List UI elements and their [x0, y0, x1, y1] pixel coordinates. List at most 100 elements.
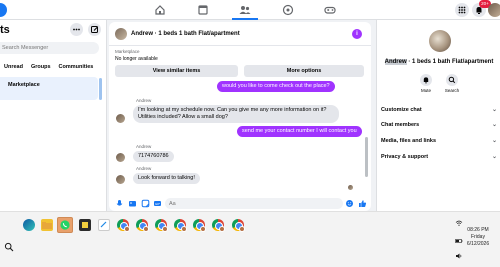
- chats-sidebar: ts Unread Groups Communities Marketplace: [0, 20, 107, 211]
- message-incoming: 7174760786: [133, 151, 174, 162]
- bell-icon: [420, 74, 432, 86]
- microphone-icon[interactable]: [115, 199, 124, 208]
- gaming-icon[interactable]: [323, 3, 337, 17]
- mute-button[interactable]: Mute: [413, 74, 439, 93]
- emoji-icon[interactable]: [345, 199, 354, 208]
- like-icon[interactable]: [358, 199, 367, 208]
- chevron-down-icon: ⌄: [491, 154, 497, 160]
- notepad-icon[interactable]: [98, 219, 110, 231]
- battery-icon[interactable]: [455, 237, 463, 245]
- search-messenger: [0, 42, 99, 54]
- info-panel-title: Andrew · 1 beds 1 bath Flat/apartment: [377, 59, 500, 65]
- message-outgoing: would you like to come check out the pla…: [217, 81, 335, 92]
- more-options-button[interactable]: More options: [244, 65, 364, 77]
- clock-time: 08:26 PM: [467, 227, 489, 233]
- gif-icon[interactable]: GIF: [153, 199, 162, 208]
- file-explorer-icon[interactable]: [41, 219, 53, 231]
- notifications-button[interactable]: 20+: [472, 0, 491, 17]
- info-name-highlight: Andrew: [384, 59, 407, 65]
- listing-avatar[interactable]: [429, 30, 451, 52]
- compose-icon: [91, 26, 98, 33]
- more-dots-icon: [73, 28, 80, 31]
- pages-icon[interactable]: [196, 3, 210, 17]
- section-chat-members[interactable]: Chat members ⌄: [381, 118, 499, 132]
- message-sender: Andrew: [136, 166, 152, 171]
- chrome-profile-icon[interactable]: [155, 219, 168, 232]
- search-input[interactable]: [0, 42, 99, 54]
- sidebar-title: ts: [0, 24, 10, 36]
- photo-icon[interactable]: [128, 199, 137, 208]
- section-label: Chat members: [381, 122, 420, 128]
- chrome-profile-icon[interactable]: [193, 219, 206, 232]
- chrome-profile-icon[interactable]: [174, 219, 187, 232]
- filter-tab-groups[interactable]: Groups: [27, 61, 55, 73]
- message-outgoing: send me your contact number I will conta…: [237, 126, 362, 137]
- search-label: Search: [444, 88, 460, 93]
- message-sender: Andrew: [136, 144, 152, 149]
- profile-avatar[interactable]: [488, 3, 500, 17]
- message-composer: GIF: [109, 197, 371, 211]
- filter-tab-communities[interactable]: Communities: [55, 61, 98, 73]
- chrome-profile-icon[interactable]: [117, 219, 130, 232]
- section-label: Privacy & support: [381, 154, 429, 160]
- section-label: Media, files and links: [381, 138, 437, 144]
- friends-icon[interactable]: [232, 3, 258, 20]
- clock-date: 6/12/2026: [466, 241, 490, 247]
- options-button[interactable]: [70, 23, 83, 36]
- sender-avatar[interactable]: [116, 153, 125, 162]
- whatsapp-icon[interactable]: [57, 217, 73, 233]
- menu-grid-icon[interactable]: [455, 3, 469, 17]
- section-privacy-support[interactable]: Privacy & support ⌄: [381, 150, 499, 164]
- conversation-header: Andrew · 1 beds 1 bath Flat/apartment i: [109, 22, 371, 46]
- conversation-info-icon[interactable]: i: [352, 29, 362, 39]
- search-in-conversation-button[interactable]: Search: [439, 74, 465, 93]
- wifi-icon[interactable]: [455, 219, 463, 227]
- view-similar-items-button[interactable]: View similar items: [115, 65, 238, 77]
- conversation-panel: Andrew · 1 beds 1 bath Flat/apartment i …: [109, 22, 371, 211]
- info-name-rest: · 1 beds 1 bath Flat/apartment: [406, 59, 494, 65]
- contact-avatar[interactable]: [115, 28, 127, 40]
- mute-label: Mute: [420, 88, 431, 93]
- marketplace-icon[interactable]: [281, 3, 295, 17]
- message-list: would you like to come check out the pla…: [109, 80, 371, 196]
- svg-text:GIF: GIF: [155, 202, 160, 206]
- sender-avatar[interactable]: [116, 175, 125, 184]
- listing-source-label: Marketplace: [115, 49, 140, 54]
- filter-tabs: Unread Groups Communities: [0, 61, 97, 73]
- chrome-profile-icon[interactable]: [212, 219, 225, 232]
- marketplace-listing-card: Marketplace No longer available View sim…: [113, 49, 367, 79]
- conversation-info-panel: Andrew · 1 beds 1 bath Flat/apartment Mu…: [376, 20, 500, 211]
- conversation-title[interactable]: Andrew · 1 beds 1 bath Flat/apartment: [131, 31, 240, 37]
- chevron-down-icon: ⌄: [491, 107, 497, 113]
- message-incoming: I'm looking at my schedule now. Can you …: [133, 105, 339, 123]
- edge-browser-icon[interactable]: [23, 219, 35, 231]
- message-incoming: Look forward to talking!: [133, 173, 200, 184]
- section-media-files-links[interactable]: Media, files and links ⌄: [381, 134, 499, 148]
- chevron-down-icon: ⌄: [491, 122, 497, 128]
- section-customize-chat[interactable]: Customize chat ⌄: [381, 103, 499, 117]
- clock-day: Friday: [471, 234, 485, 240]
- listing-status: No longer available: [115, 56, 158, 62]
- new-message-button[interactable]: [88, 23, 101, 36]
- scrollbar-thumb[interactable]: [365, 137, 368, 177]
- sidebar-scrollbar[interactable]: [99, 78, 102, 100]
- sidebar-item-marketplace[interactable]: Marketplace: [0, 77, 98, 100]
- seen-receipt-avatar: [348, 185, 353, 190]
- sender-avatar[interactable]: [116, 114, 125, 123]
- message-sender: Andrew: [136, 98, 152, 103]
- search-icon: [446, 74, 458, 86]
- facebook-logo-icon[interactable]: [0, 3, 8, 17]
- filter-tab-unread[interactable]: Unread: [0, 61, 27, 73]
- speaker-icon[interactable]: [455, 252, 463, 260]
- home-icon[interactable]: [153, 3, 167, 17]
- taskbar-clock[interactable]: 08:26 PM Friday 6/12/2026: [463, 227, 493, 248]
- message-scrollbar[interactable]: [365, 82, 368, 192]
- message-input[interactable]: [165, 198, 343, 209]
- chrome-profile-icon[interactable]: [232, 219, 245, 232]
- taskbar-search-icon[interactable]: [4, 242, 14, 252]
- sticker-icon[interactable]: [141, 199, 150, 208]
- top-navigation-bar: 20+: [0, 0, 500, 20]
- sticky-notes-icon[interactable]: [79, 219, 91, 231]
- chrome-profile-icon[interactable]: [136, 219, 149, 232]
- chevron-down-icon: ⌄: [491, 138, 497, 144]
